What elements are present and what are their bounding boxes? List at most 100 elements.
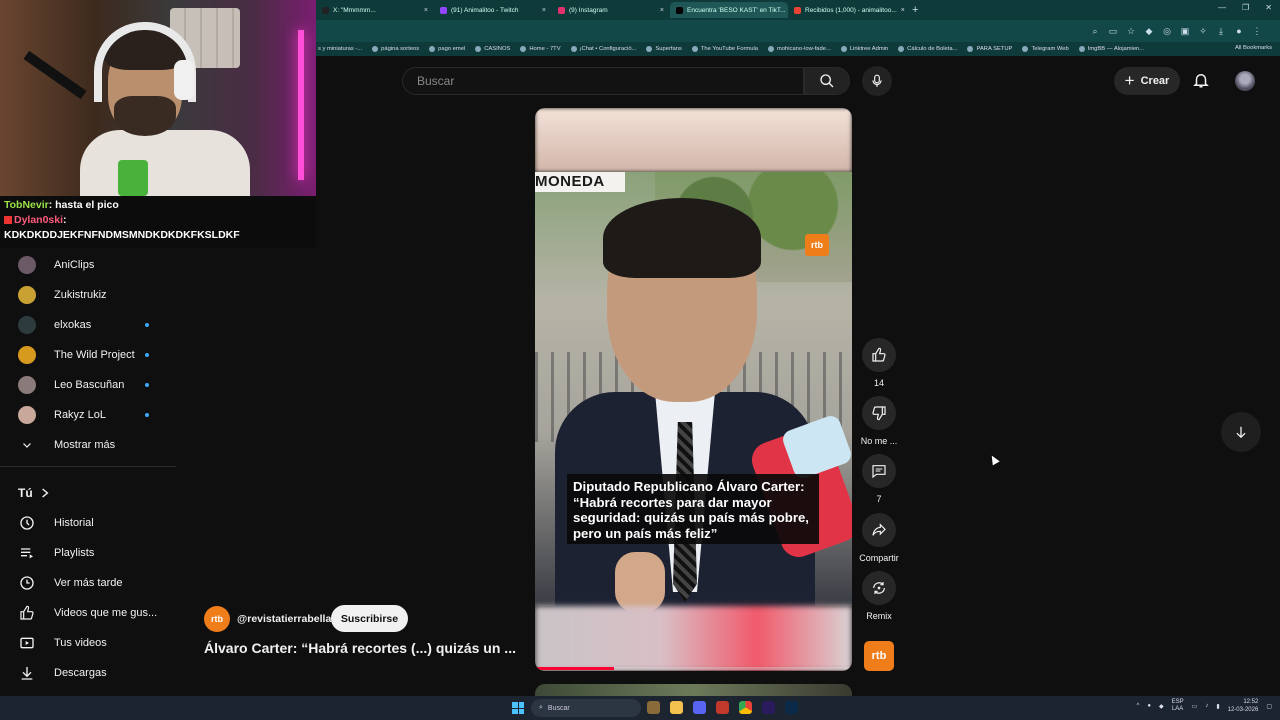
sidebar-item-rakyz-lol[interactable]: Rakyz LoL xyxy=(0,400,176,430)
search-button[interactable] xyxy=(804,67,850,95)
account-avatar[interactable] xyxy=(1235,71,1255,91)
bookmark[interactable]: Cálculo de Boleta... xyxy=(898,46,957,52)
sidebar-item-leo-bascunan[interactable]: Leo Bascuñan xyxy=(0,370,176,400)
bookmark[interactable]: página sorteos xyxy=(372,46,419,52)
download-icon[interactable]: ⤓ xyxy=(1216,26,1226,36)
tray-chevron-icon[interactable]: ^ xyxy=(1137,703,1140,709)
sidebar-item-watch-later[interactable]: Ver más tarde xyxy=(0,568,176,598)
sidebar-item-label: Zukistrukiz xyxy=(54,289,107,301)
sidebar-item-the-wild-project[interactable]: The Wild Project xyxy=(0,340,176,370)
browser-tab-active[interactable]: Encuentra 'BESO KAST' en TikT... × xyxy=(670,2,788,18)
bookmark[interactable]: Superfans xyxy=(646,46,682,52)
watch-later-icon xyxy=(18,574,36,592)
app-icon[interactable] xyxy=(647,701,660,714)
bookmark[interactable]: pago emel xyxy=(429,46,465,52)
close-tab-icon[interactable]: × xyxy=(901,7,905,14)
comment-icon xyxy=(872,465,886,479)
sidebar-item-playlists[interactable]: Playlists xyxy=(0,538,176,568)
premiere-icon[interactable] xyxy=(762,701,775,714)
sidebar-item-zukistrukiz[interactable]: Zukistrukiz xyxy=(0,280,176,310)
sidebar-item-downloads[interactable]: Descargas xyxy=(0,658,176,688)
windows-start-icon[interactable] xyxy=(512,702,524,714)
app-icon[interactable] xyxy=(716,701,729,714)
search-icon xyxy=(820,74,834,88)
close-window-icon[interactable]: ✕ xyxy=(1265,3,1272,12)
browser-tab[interactable]: (91) Animalitoo - Twitch × xyxy=(434,2,552,18)
browser-tab[interactable]: X: "Mmmmm... × xyxy=(316,2,434,18)
bookmark[interactable]: s y miniaturas -... xyxy=(318,46,362,52)
create-button[interactable]: + Crear xyxy=(1114,67,1180,95)
puzzle-icon[interactable]: ✧ xyxy=(1198,26,1208,36)
channel-handle[interactable]: @revistatierrabella xyxy=(237,613,331,625)
sidebar-item-elxokas[interactable]: elxokas xyxy=(0,310,176,340)
like-button[interactable] xyxy=(862,338,896,372)
short-video-player[interactable]: MONEDA rtb xyxy=(535,108,852,671)
browser-tab[interactable]: Recibidos (1,000) - animalitoo... × xyxy=(788,2,906,18)
chat-message: KDKDKDDJEKFNFNDMSMNDKDKDKFKSLDKF xyxy=(4,228,312,243)
next-video-button[interactable] xyxy=(1221,412,1261,452)
star-icon[interactable]: ☆ xyxy=(1126,26,1136,36)
share-button[interactable] xyxy=(862,513,896,547)
close-tab-icon[interactable]: × xyxy=(660,7,664,14)
sidebar-item-aniclips[interactable]: AniClips xyxy=(0,250,176,280)
gmail-favicon-icon xyxy=(794,6,801,14)
cast-icon[interactable]: ▭ xyxy=(1108,26,1118,36)
channel-thumbnail-button[interactable]: rtb xyxy=(864,641,894,671)
show-more-button[interactable]: Mostrar más xyxy=(0,430,176,460)
channel-avatar[interactable]: rtb xyxy=(204,606,230,632)
volume-icon[interactable]: ♪ xyxy=(1205,703,1208,709)
close-tab-icon[interactable]: × xyxy=(542,7,546,14)
sidebar-item-your-videos[interactable]: Tus videos xyxy=(0,628,176,658)
app-icon[interactable] xyxy=(693,701,706,714)
system-tray: ^ ● ◆ ESP LAA ▭ ♪ ▮ 12:52 12-03-2026 ▢ xyxy=(1137,698,1272,714)
zoom-icon[interactable]: ⌕ xyxy=(1090,26,1100,36)
tray-app-icon[interactable]: ● xyxy=(1147,703,1151,709)
bookmark[interactable]: Telegram Web xyxy=(1022,46,1069,52)
clock[interactable]: 12:52 12-03-2026 xyxy=(1228,698,1259,714)
bookmark[interactable]: Linktree Admin xyxy=(840,46,888,52)
sidebar-divider xyxy=(0,466,176,467)
file-explorer-icon[interactable] xyxy=(670,701,683,714)
you-section-header[interactable]: Tú xyxy=(18,486,49,500)
video-progress-bar[interactable] xyxy=(535,667,852,670)
remix-button[interactable] xyxy=(862,571,896,605)
all-bookmarks-button[interactable]: All Bookmarks xyxy=(1235,45,1272,51)
chevron-right-icon xyxy=(41,488,49,498)
bookmark[interactable]: The YouTube Formula xyxy=(691,46,758,52)
extension-icon[interactable]: ◎ xyxy=(1162,26,1172,36)
tray-app-icon[interactable]: ◆ xyxy=(1159,703,1164,710)
dislike-button[interactable] xyxy=(862,396,896,430)
browser-tab[interactable]: (9) Instagram × xyxy=(552,2,670,18)
bookmark[interactable]: Home - 7TV xyxy=(520,46,561,52)
minimize-icon[interactable]: — xyxy=(1218,3,1226,12)
monitor-icon[interactable]: ▭ xyxy=(1192,703,1198,710)
taskbar-search-label: Buscar xyxy=(547,704,570,712)
video-title[interactable]: Álvaro Carter: “Habrá recortes (...) qui… xyxy=(204,640,524,656)
battery-icon[interactable]: ▮ xyxy=(1216,703,1219,710)
bookmark[interactable]: mohicano-low-fade... xyxy=(768,46,831,52)
bookmark[interactable]: PARA SETUP xyxy=(967,46,1012,52)
search-box xyxy=(402,67,804,95)
extension-icon[interactable]: ▣ xyxy=(1180,26,1190,36)
search-input[interactable] xyxy=(403,68,803,94)
extension-icon[interactable]: ◆ xyxy=(1144,26,1154,36)
taskbar-search[interactable]: ⌕ Buscar xyxy=(531,699,641,717)
photoshop-icon[interactable] xyxy=(785,701,798,714)
sidebar-item-liked-videos[interactable]: Videos que me gus... xyxy=(0,598,176,628)
bookmark[interactable]: CASINOS xyxy=(475,46,510,52)
voice-search-button[interactable] xyxy=(862,66,892,96)
menu-icon[interactable]: ⋮ xyxy=(1252,26,1262,36)
bookmark[interactable]: ¡Chat • Configuració... xyxy=(570,46,636,52)
close-tab-icon[interactable]: × xyxy=(424,7,428,14)
profile-icon[interactable]: ● xyxy=(1234,26,1244,36)
chrome-icon[interactable] xyxy=(739,701,752,714)
notifications-bell-icon[interactable] xyxy=(1192,71,1210,89)
sidebar-item-history[interactable]: Historial xyxy=(0,508,176,538)
new-tab-icon[interactable]: + xyxy=(906,4,924,16)
restore-icon[interactable]: ❐ xyxy=(1242,3,1249,12)
subscribe-button[interactable]: Suscribirse xyxy=(331,605,408,632)
comments-button[interactable] xyxy=(862,454,896,488)
bookmark[interactable]: ImgBB — Alojamien... xyxy=(1078,46,1144,52)
language-indicator[interactable]: ESP LAA xyxy=(1172,699,1184,713)
notification-icon[interactable]: ▢ xyxy=(1266,703,1272,710)
